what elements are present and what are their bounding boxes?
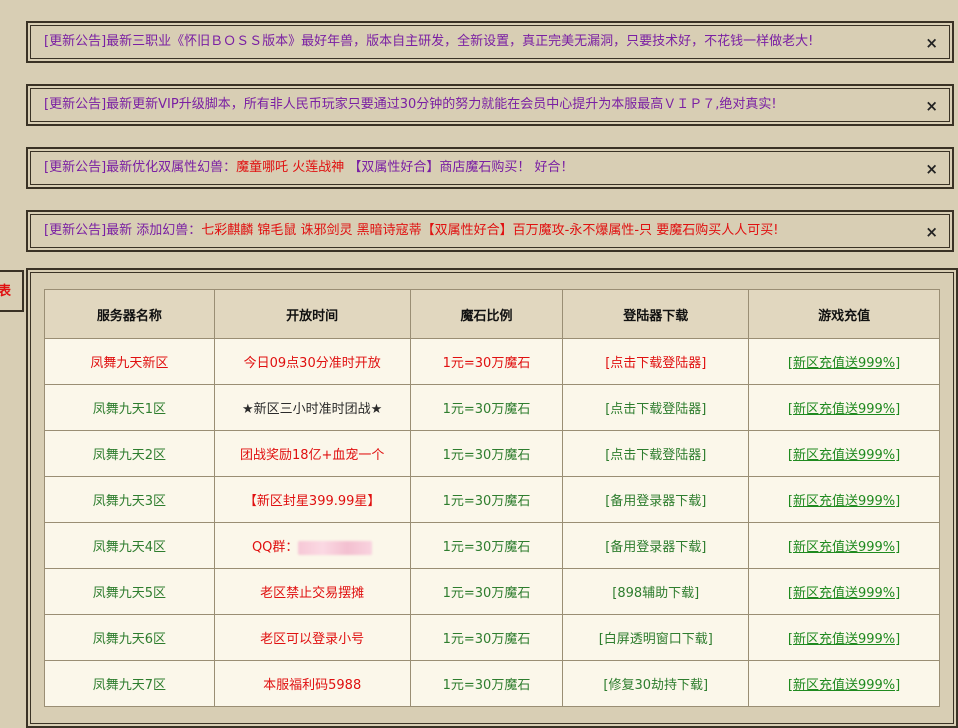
notice-text: [更新公告]最新更新VIP升级脚本，所有非人民币玩家只要通过30分钟的努力就能在… bbox=[44, 97, 777, 112]
server-name: 凤舞九天2区 bbox=[44, 430, 215, 477]
server-name: 凤舞九天4区 bbox=[44, 522, 215, 569]
server-name: 凤舞九天7区 bbox=[44, 660, 215, 707]
server-name: 凤舞九天5区 bbox=[44, 568, 215, 615]
header-ratio: 魔石比例 bbox=[409, 289, 564, 339]
recharge-link[interactable]: [新区充值送999%] bbox=[788, 494, 900, 509]
download-link[interactable]: [修复30劫持下载] bbox=[562, 660, 750, 707]
notice-text: [更新公告]最新 添加幻兽：七彩麒麟 锦毛鼠 诛邪剑灵 黑暗诗寇蒂【双属性好合】… bbox=[44, 223, 779, 238]
recharge-link[interactable]: [新区充值送999%] bbox=[788, 632, 900, 647]
open-time: 老区禁止交易摆摊 bbox=[213, 568, 411, 615]
download-link[interactable]: [点击下载登陆器] bbox=[562, 430, 750, 477]
table-row: 凤舞九天3区 【新区封星399.99星】 1元=30万魔石 [备用登录器下载] … bbox=[44, 476, 940, 523]
table-header-row: 服务器名称 开放时间 魔石比例 登陆器下载 游戏充值 bbox=[44, 289, 940, 339]
side-tab[interactable]: 表 bbox=[0, 270, 24, 312]
server-table: 服务器名称 开放时间 魔石比例 登陆器下载 游戏充值 凤舞九天新区 今日09点3… bbox=[44, 289, 940, 707]
open-time: 团战奖励18亿+血宠一个 bbox=[213, 430, 411, 477]
server-name: 凤舞九天新区 bbox=[44, 338, 215, 385]
open-time: 今日09点30分准时开放 bbox=[213, 338, 411, 385]
notice-text: [更新公告]最新优化双属性幻兽：魔童哪吒 火莲战神 【双属性好合】商店魔石购买！… bbox=[44, 160, 574, 175]
close-icon[interactable]: × bbox=[925, 23, 938, 63]
notice-bar-3: [更新公告]最新优化双属性幻兽：魔童哪吒 火莲战神 【双属性好合】商店魔石购买！… bbox=[26, 147, 954, 189]
header-recharge: 游戏充值 bbox=[748, 289, 940, 339]
table-row: 凤舞九天6区 老区可以登录小号 1元=30万魔石 [白屏透明窗口下载] [新区充… bbox=[44, 614, 940, 661]
recharge-link[interactable]: [新区充值送999%] bbox=[788, 678, 900, 693]
recharge-link[interactable]: [新区充值送999%] bbox=[788, 448, 900, 463]
recharge-link[interactable]: [新区充值送999%] bbox=[788, 356, 900, 371]
stone-ratio: 1元=30万魔石 bbox=[409, 522, 564, 569]
notice-text: [更新公告]最新三职业《怀旧ＢＯＳＳ版本》最好年兽，版本自主研发，全新设置，真正… bbox=[44, 34, 814, 49]
stone-ratio: 1元=30万魔石 bbox=[409, 660, 564, 707]
server-name: 凤舞九天6区 bbox=[44, 614, 215, 661]
open-time: ★新区三小时准时团战★ bbox=[213, 384, 411, 431]
stone-ratio: 1元=30万魔石 bbox=[409, 568, 564, 615]
stone-ratio: 1元=30万魔石 bbox=[409, 338, 564, 385]
stone-ratio: 1元=30万魔石 bbox=[409, 384, 564, 431]
notice-bar-4: [更新公告]最新 添加幻兽：七彩麒麟 锦毛鼠 诛邪剑灵 黑暗诗寇蒂【双属性好合】… bbox=[26, 210, 954, 252]
open-time-cell: QQ群： bbox=[213, 522, 411, 569]
open-time: 【新区封星399.99星】 bbox=[213, 476, 411, 523]
table-row: 凤舞九天7区 本服福利码5988 1元=30万魔石 [修复30劫持下载] [新区… bbox=[44, 660, 940, 707]
download-link[interactable]: [白屏透明窗口下载] bbox=[562, 614, 750, 661]
open-time: 老区可以登录小号 bbox=[213, 614, 411, 661]
download-link[interactable]: [点击下载登陆器] bbox=[562, 338, 750, 385]
table-row: 凤舞九天2区 团战奖励18亿+血宠一个 1元=30万魔石 [点击下载登陆器] [… bbox=[44, 430, 940, 477]
header-download: 登陆器下载 bbox=[562, 289, 750, 339]
download-link[interactable]: [备用登录器下载] bbox=[562, 522, 750, 569]
recharge-link[interactable]: [新区充值送999%] bbox=[788, 402, 900, 417]
stone-ratio: 1元=30万魔石 bbox=[409, 476, 564, 523]
download-link[interactable]: [点击下载登陆器] bbox=[562, 384, 750, 431]
header-server-name: 服务器名称 bbox=[44, 289, 215, 339]
download-link[interactable]: [898辅助下载] bbox=[562, 568, 750, 615]
redacted-qq-number bbox=[298, 540, 373, 555]
stone-ratio: 1元=30万魔石 bbox=[409, 430, 564, 477]
header-open-time: 开放时间 bbox=[213, 289, 411, 339]
open-time: QQ群： bbox=[251, 540, 299, 555]
table-row: 凤舞九天4区 QQ群： 1元=30万魔石 [备用登录器下载] [新区充值送999… bbox=[44, 522, 940, 569]
stone-ratio: 1元=30万魔石 bbox=[409, 614, 564, 661]
close-icon[interactable]: × bbox=[925, 149, 938, 189]
table-row: 凤舞九天新区 今日09点30分准时开放 1元=30万魔石 [点击下载登陆器] [… bbox=[44, 338, 940, 385]
close-icon[interactable]: × bbox=[925, 212, 938, 252]
table-row: 凤舞九天1区 ★新区三小时准时团战★ 1元=30万魔石 [点击下载登陆器] [新… bbox=[44, 384, 940, 431]
notice-bar-1: [更新公告]最新三职业《怀旧ＢＯＳＳ版本》最好年兽，版本自主研发，全新设置，真正… bbox=[26, 21, 954, 63]
recharge-link[interactable]: [新区充值送999%] bbox=[788, 586, 900, 601]
server-name: 凤舞九天3区 bbox=[44, 476, 215, 523]
notice-bar-2: [更新公告]最新更新VIP升级脚本，所有非人民币玩家只要通过30分钟的努力就能在… bbox=[26, 84, 954, 126]
recharge-link[interactable]: [新区充值送999%] bbox=[788, 540, 900, 555]
close-icon[interactable]: × bbox=[925, 86, 938, 126]
server-name: 凤舞九天1区 bbox=[44, 384, 215, 431]
download-link[interactable]: [备用登录器下载] bbox=[562, 476, 750, 523]
open-time: 本服福利码5988 bbox=[213, 660, 411, 707]
table-row: 凤舞九天5区 老区禁止交易摆摊 1元=30万魔石 [898辅助下载] [新区充值… bbox=[44, 568, 940, 615]
